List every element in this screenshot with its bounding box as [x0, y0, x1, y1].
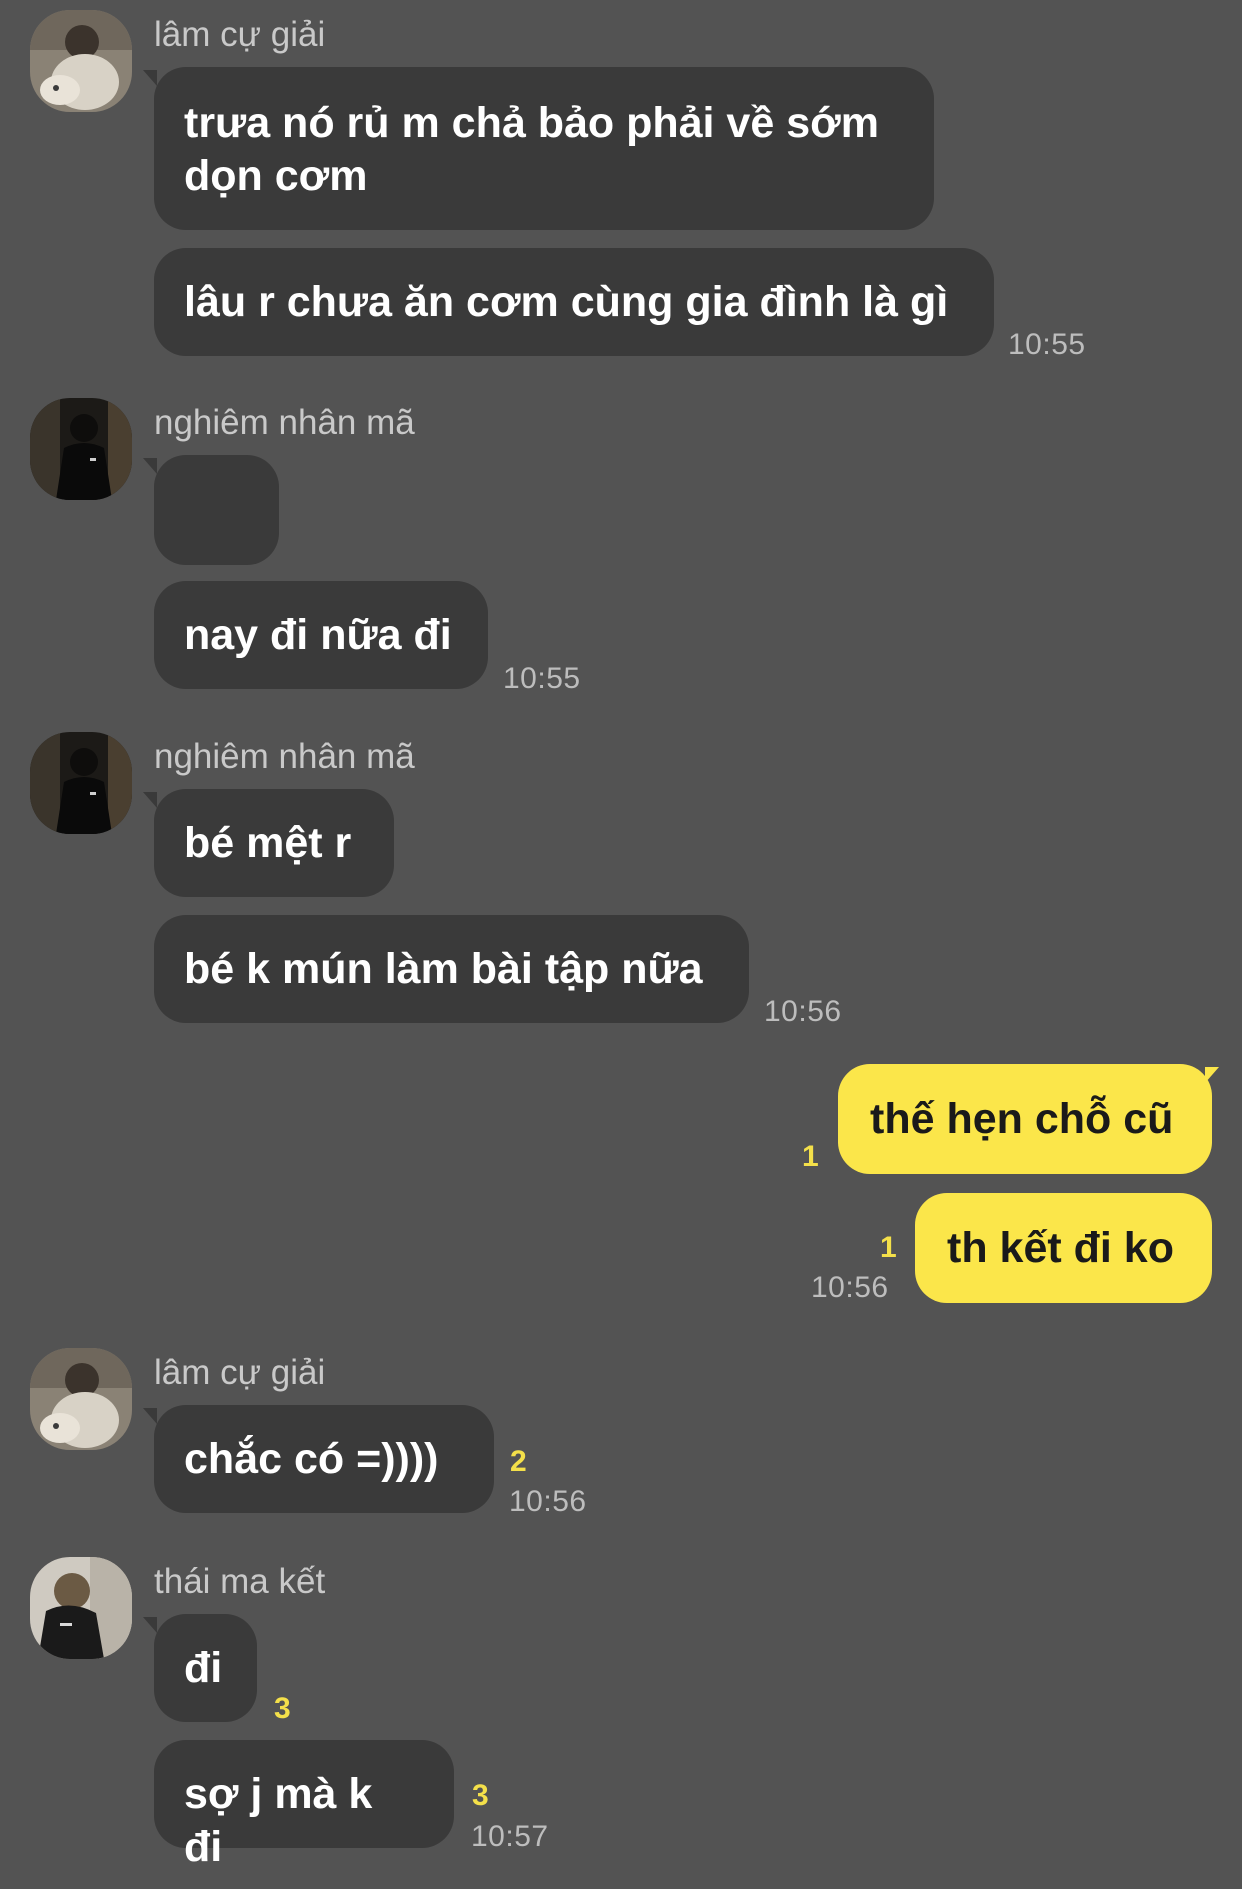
avatar-photo-icon [30, 732, 132, 834]
message-bubble[interactable]: sợ j mà k đi [154, 1740, 454, 1871]
sender-name: nghiêm nhân mã [154, 403, 415, 442]
message-bubble[interactable]: trưa nó rủ m chả bảo phải về sớm dọn cơm [154, 67, 934, 230]
message-timestamp: 10:56 [764, 995, 842, 1028]
message-bubble[interactable]: lâu r chưa ăn cơm cùng gia đình là gì [154, 248, 994, 356]
unread-count: 1 [880, 1231, 897, 1264]
unread-count: 3 [274, 1692, 291, 1725]
message-bubble[interactable]: bé k mún làm bài tập nữa [154, 915, 749, 1023]
message-bubble[interactable]: bé mệt r [154, 789, 394, 897]
sender-name: thái ma kết [154, 1562, 326, 1601]
avatar-photo-icon [30, 398, 132, 500]
bubble-tail [143, 1408, 157, 1424]
message-bubble[interactable]: chắc có =)))) [154, 1405, 494, 1513]
avatar-nghiem-nhan-ma[interactable] [30, 732, 132, 834]
message-timestamp: 10:55 [503, 662, 581, 695]
message-bubble[interactable]: nay đi nữa đi [154, 581, 488, 689]
sender-name: nghiêm nhân mã [154, 737, 415, 776]
message-bubble-outgoing[interactable]: th kết đi ko [915, 1193, 1212, 1303]
unread-count: 2 [510, 1445, 527, 1478]
bubble-tail [143, 1617, 157, 1633]
sender-name: lâm cự giải [154, 1353, 326, 1392]
message-timestamp: 10:56 [811, 1271, 889, 1304]
unread-count: 1 [802, 1140, 819, 1173]
avatar-thai-ma-ket[interactable] [30, 1557, 132, 1659]
message-timestamp: 10:56 [509, 1485, 587, 1518]
sender-name: lâm cự giải [154, 15, 326, 54]
avatar-lam-cu-giai[interactable] [30, 10, 132, 112]
unread-count: 3 [472, 1779, 489, 1812]
avatar-photo-icon [30, 1557, 132, 1659]
avatar-photo-icon [30, 10, 132, 112]
avatar-lam-cu-giai[interactable] [30, 1348, 132, 1450]
bubble-tail [143, 792, 157, 808]
message-timestamp: 10:57 [471, 1820, 549, 1853]
chat-thread[interactable]: lâm cự giải trưa nó rủ m chả bảo phải về… [0, 0, 1242, 1889]
message-bubble[interactable]: đi [154, 1614, 257, 1722]
avatar-nghiem-nhan-ma[interactable] [30, 398, 132, 500]
bubble-tail [143, 70, 157, 86]
bubble-tail [143, 458, 157, 474]
message-bubble-outgoing[interactable]: thế hẹn chỗ cũ [838, 1064, 1212, 1174]
message-bubble-emoji[interactable] [154, 455, 279, 639]
message-timestamp: 10:55 [1008, 328, 1086, 361]
avatar-photo-icon [30, 1348, 132, 1450]
